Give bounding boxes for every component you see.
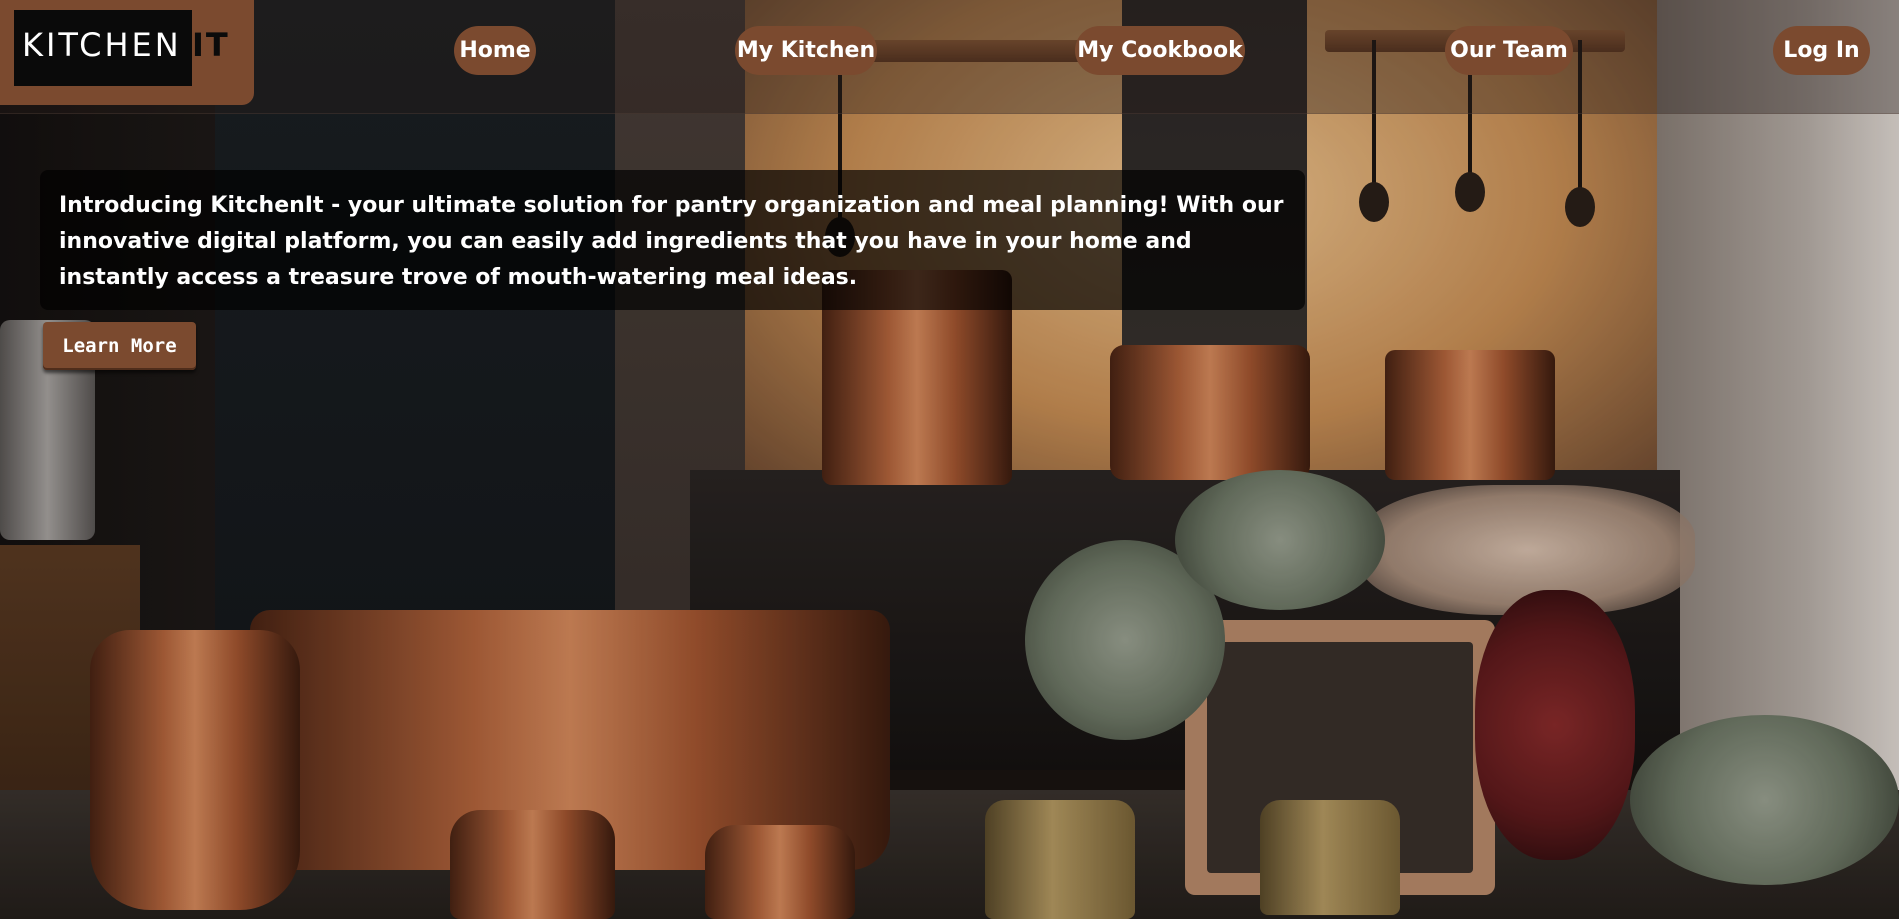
hero-background-image: [0, 0, 1899, 919]
nav-my-kitchen-button[interactable]: My Kitchen: [735, 26, 877, 75]
nav-our-team-button[interactable]: Our Team: [1445, 26, 1573, 75]
background-shade: [0, 0, 1899, 919]
nav-log-in-button[interactable]: Log In: [1773, 26, 1870, 75]
nav-home-button[interactable]: Home: [454, 26, 536, 75]
site-header: KITCHEN IT Home My Kitchen My Cookbook O…: [0, 0, 1899, 114]
logo[interactable]: KITCHEN IT: [0, 0, 254, 105]
nav-my-cookbook-button[interactable]: My Cookbook: [1075, 26, 1245, 75]
intro-text: Introducing KitchenIt - your ultimate so…: [59, 193, 1284, 290]
intro-panel: Introducing KitchenIt - your ultimate so…: [40, 170, 1305, 310]
learn-more-button[interactable]: Learn More: [43, 322, 196, 370]
logo-text: KITCHEN: [22, 26, 182, 64]
logo-mark: KITCHEN: [14, 10, 192, 86]
logo-accent-text: IT: [192, 26, 230, 64]
